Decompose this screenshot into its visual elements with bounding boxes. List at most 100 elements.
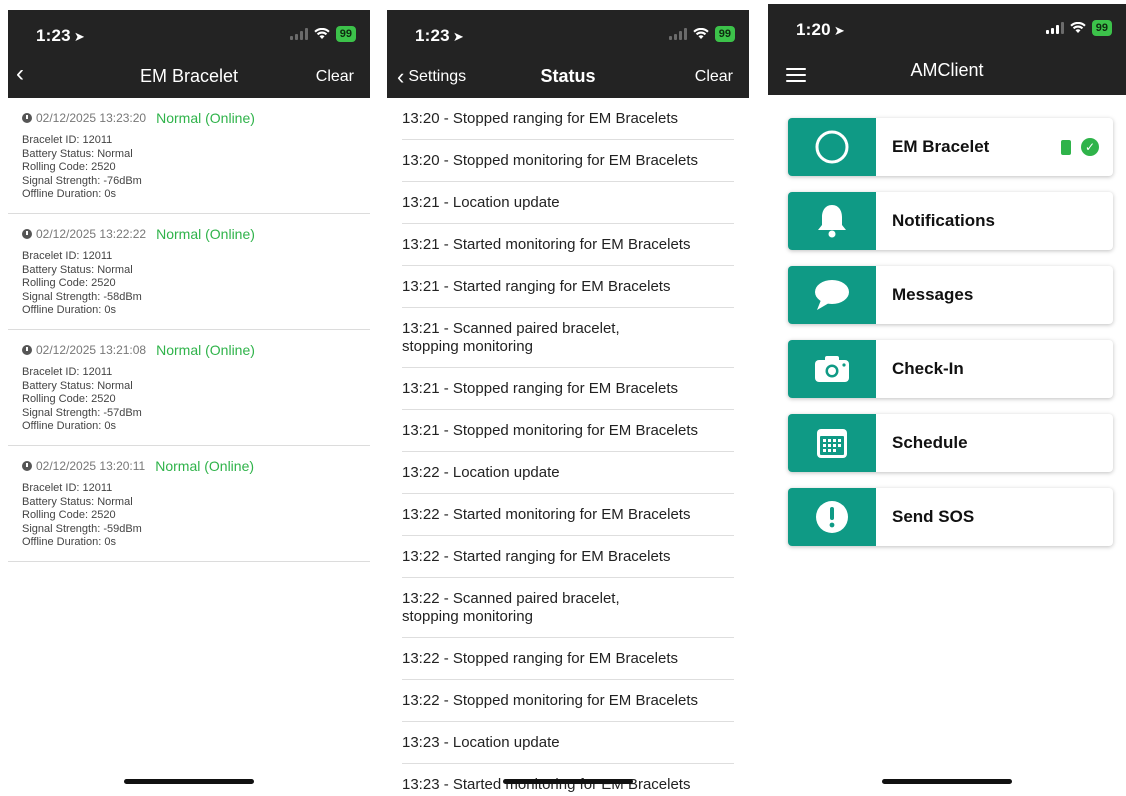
list-item: 13:20 - Stopped ranging for EM Bracelets <box>402 98 734 140</box>
list-item: 13:21 - Started monitoring for EM Bracel… <box>402 224 734 266</box>
main-menu: EM Bracelet ✓ Notifications Messages Che… <box>788 118 1113 562</box>
clear-button[interactable]: Clear <box>695 68 733 86</box>
list-item: 02/12/2025 13:21:08 Normal (Online) Brace… <box>8 330 370 446</box>
cell-signal-icon <box>668 28 687 40</box>
battery-indicator: 99 <box>1091 20 1112 36</box>
wifi-icon <box>314 28 330 40</box>
battery-indicator: 99 <box>714 26 735 42</box>
menu-item-schedule[interactable]: Schedule <box>788 414 1113 472</box>
battery-indicator: 99 <box>335 26 356 42</box>
menu-item-label: Messages <box>892 285 974 304</box>
list-item: 13:22 - Stopped monitoring for EM Bracel… <box>402 680 734 722</box>
menu-item-label: EM Bracelet <box>892 137 990 156</box>
list-item: 13:23 - Location update <box>402 722 734 764</box>
nav-bar: AMClient <box>768 48 1126 92</box>
clock-icon <box>22 345 32 355</box>
status-time: 1:23 ➤ <box>36 26 85 45</box>
clock-icon <box>22 229 32 239</box>
chat-bubble-icon <box>788 266 876 324</box>
battery-status: Battery Status: Normal <box>22 495 133 508</box>
list-item: 02/12/2025 13:20:11 Normal (Online) Brace… <box>8 446 370 562</box>
status-time: 1:23 ➤ <box>415 26 464 45</box>
offline-duration: Offline Duration: 0s <box>22 420 116 433</box>
status-bar: 1:20 ➤ 99 <box>768 4 1126 48</box>
location-arrow-icon: ➤ <box>833 23 845 38</box>
rolling-code: Rolling Code: 2520 <box>22 393 116 406</box>
bracelet-id: Bracelet ID: 12011 <box>22 366 113 378</box>
menu-item-notifications[interactable]: Notifications <box>788 192 1113 250</box>
status-bar: 1:23 ➤ 99 <box>387 10 749 54</box>
menu-item-send-sos[interactable]: Send SOS <box>788 488 1113 546</box>
top-bar: 1:23 ➤ 99 ‹ Settings Status Clear <box>387 10 749 98</box>
home-indicator[interactable] <box>882 779 1012 784</box>
menu-item-messages[interactable]: Messages <box>788 266 1113 324</box>
entry-state: Normal (Online) <box>155 458 255 474</box>
status-time: 1:20 ➤ <box>796 20 845 39</box>
list-item: 02/12/2025 13:23:20 Normal (Online) Brace… <box>8 98 370 214</box>
menu-item-label: Notifications <box>892 211 995 230</box>
list-item: 13:21 - Stopped monitoring for EM Bracel… <box>402 410 734 452</box>
battery-status: Battery Status: Normal <box>22 379 133 392</box>
bell-icon <box>788 192 876 250</box>
clock-icon <box>22 113 32 123</box>
cell-signal-icon <box>289 28 308 40</box>
top-bar: 1:20 ➤ 99 AMClient <box>768 4 1126 95</box>
list-item: 13:22 - Started ranging for EM Bracelets <box>402 536 734 578</box>
exclamation-icon <box>788 488 876 546</box>
battery-status: Battery Status: Normal <box>22 147 133 160</box>
bracelet-id: Bracelet ID: 12011 <box>22 482 113 494</box>
entry-timestamp: 02/12/2025 13:21:08 <box>36 343 147 357</box>
bracelet-id: Bracelet ID: 12011 <box>22 134 113 146</box>
signal-strength: Signal Strength: -58dBm <box>22 290 142 303</box>
nav-bar: ‹ EM Bracelet Clear <box>8 54 370 98</box>
offline-duration: Offline Duration: 0s <box>22 188 116 201</box>
menu-item-check-in[interactable]: Check-In <box>788 340 1113 398</box>
list-item: 13:22 - Location update <box>402 452 734 494</box>
phone-status-log: 1:23 ➤ 99 ‹ Settings Status Clear 13:20 - … <box>387 0 749 796</box>
bracelet-id: Bracelet ID: 12011 <box>22 250 113 262</box>
list-item-line: stopping monitoring <box>402 338 533 355</box>
rolling-code: Rolling Code: 2520 <box>22 161 116 174</box>
menu-item-label: Schedule <box>892 433 968 452</box>
rolling-code: Rolling Code: 2520 <box>22 277 116 290</box>
page-title: AMClient <box>910 60 984 80</box>
list-item-line: stopping monitoring <box>402 608 533 625</box>
offline-duration: Offline Duration: 0s <box>22 536 116 549</box>
offline-duration: Offline Duration: 0s <box>22 304 116 317</box>
list-item: 13:21 - Location update <box>402 182 734 224</box>
menu-item-label: Check-In <box>892 359 964 378</box>
top-bar: 1:23 ➤ 99 ‹ EM Bracelet Clear <box>8 10 370 98</box>
status-log-list: 13:20 - Stopped ranging for EM Bracelets… <box>402 98 734 796</box>
list-item: 13:21 - Stopped ranging for EM Bracelets <box>402 368 734 410</box>
status-bar: 1:23 ➤ 99 <box>8 10 370 54</box>
signal-strength: Signal Strength: -57dBm <box>22 406 142 419</box>
home-indicator[interactable] <box>503 779 633 784</box>
cell-signal-icon <box>1045 22 1064 34</box>
entry-timestamp: 02/12/2025 13:20:11 <box>36 459 146 473</box>
phone-em-bracelet-log: 1:23 ➤ 99 ‹ EM Bracelet Clear 02/12/2025 … <box>8 0 370 796</box>
entry-state: Normal (Online) <box>156 342 255 358</box>
list-item: 13:20 - Stopped monitoring for EM Bracel… <box>402 140 734 182</box>
home-indicator[interactable] <box>124 779 254 784</box>
nav-bar: ‹ Settings Status Clear <box>387 54 749 98</box>
entry-timestamp: 02/12/2025 13:22:22 <box>36 227 147 241</box>
menu-item-label: Send SOS <box>892 507 975 526</box>
signal-strength: Signal Strength: -76dBm <box>22 174 142 187</box>
list-item: 13:22 - Stopped ranging for EM Bracelets <box>402 638 734 680</box>
check-circle-icon: ✓ <box>1081 138 1099 156</box>
menu-item-em-bracelet[interactable]: EM Bracelet ✓ <box>788 118 1113 176</box>
list-item: 13:22 - Started monitoring for EM Bracel… <box>402 494 734 536</box>
battery-full-icon <box>1061 139 1071 155</box>
wifi-icon <box>1070 22 1086 34</box>
status-icons: 99 <box>1045 20 1112 36</box>
calendar-icon <box>788 414 876 472</box>
location-arrow-icon: ➤ <box>73 29 85 44</box>
bracelet-log-list: 02/12/2025 13:23:20 Normal (Online) Brace… <box>8 98 370 562</box>
entry-state: Normal (Online) <box>156 110 255 126</box>
list-item: 02/12/2025 13:22:22 Normal (Online) Brace… <box>8 214 370 330</box>
circle-icon <box>788 118 876 176</box>
location-arrow-icon: ➤ <box>452 29 464 44</box>
list-item: 13:21 - Scanned paired bracelet, stopping… <box>402 308 734 368</box>
clear-button[interactable]: Clear <box>316 68 354 86</box>
list-item: 13:21 - Started ranging for EM Bracelets <box>402 266 734 308</box>
